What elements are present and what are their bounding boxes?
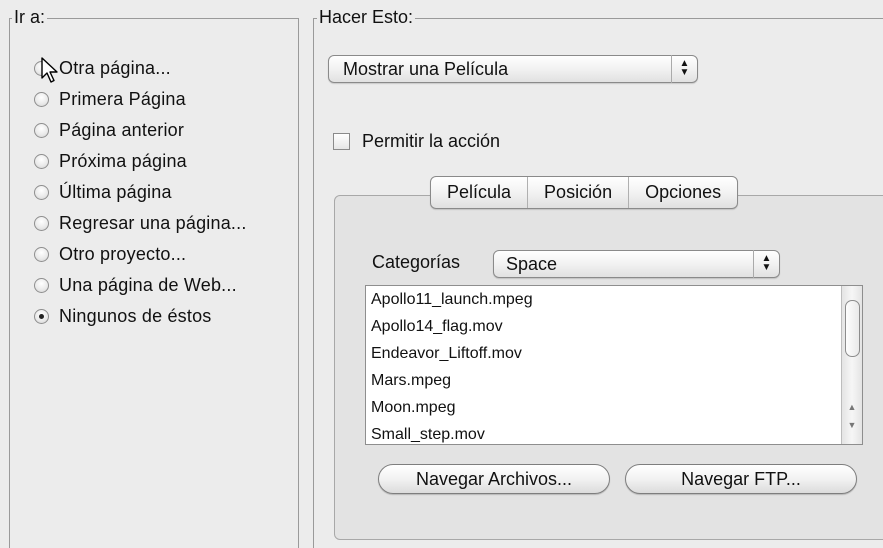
radio-option-other-project[interactable]: Otro proyecto...: [34, 239, 247, 270]
radio-label: Última página: [59, 182, 172, 202]
radio-label: Próxima página: [59, 151, 187, 171]
radio-button[interactable]: [34, 278, 49, 293]
popup-arrows-icon: ▲ ▼: [671, 55, 697, 83]
radio-option-other-page[interactable]: Otra página...: [34, 53, 247, 84]
mouse-pointer-icon: [41, 57, 58, 83]
radio-label: Otro proyecto...: [59, 244, 187, 264]
go-to-options: Otra página... Primera Página Página ant…: [34, 53, 247, 332]
popup-arrows-icon: ▲ ▼: [753, 250, 779, 278]
list-item[interactable]: Small_step.mov: [366, 421, 862, 444]
radio-button[interactable]: [34, 247, 49, 262]
radio-button[interactable]: [34, 123, 49, 138]
radio-option-first-page[interactable]: Primera Página: [34, 84, 247, 115]
allow-action-checkbox[interactable]: [333, 133, 350, 150]
tab-bar: Película Posición Opciones: [430, 176, 739, 209]
browse-files-button[interactable]: Navegar Archivos...: [378, 464, 610, 494]
radio-label: Otra página...: [59, 58, 171, 78]
tab-options[interactable]: Opciones: [628, 177, 737, 208]
radio-button[interactable]: [34, 216, 49, 231]
radio-label: Página anterior: [59, 120, 185, 140]
vertical-scrollbar[interactable]: ▲ ▼: [841, 286, 862, 444]
movie-file-list[interactable]: Apollo11_launch.mpeg Apollo14_flag.mov E…: [365, 285, 863, 445]
list-item[interactable]: Apollo14_flag.mov: [366, 313, 862, 340]
list-item[interactable]: Moon.mpeg: [366, 394, 862, 421]
list-item[interactable]: Apollo11_launch.mpeg: [366, 286, 862, 313]
go-to-group-title: Ir a:: [12, 6, 48, 28]
categories-popup[interactable]: Space ▲ ▼: [493, 250, 780, 278]
radio-button[interactable]: [34, 185, 49, 200]
categories-label: Categorías: [372, 252, 461, 272]
scroll-down-arrow-icon[interactable]: ▼: [842, 420, 862, 430]
radio-button[interactable]: [34, 154, 49, 169]
browse-ftp-button[interactable]: Navegar FTP...: [625, 464, 857, 494]
scroll-up-arrow-icon[interactable]: ▲: [842, 402, 862, 412]
list-item[interactable]: Mars.mpeg: [366, 367, 862, 394]
radio-label: Regresar una página...: [59, 213, 247, 233]
scrollbar-thumb[interactable]: [845, 300, 860, 357]
list-item[interactable]: Endeavor_Liftoff.mov: [366, 340, 862, 367]
categories-popup-value: Space: [506, 254, 558, 274]
radio-label: Ningunos de éstos: [59, 306, 212, 326]
tab-movie[interactable]: Película: [431, 177, 527, 208]
radio-label: Una página de Web...: [59, 275, 237, 295]
do-this-group-title: Hacer Esto:: [317, 6, 416, 28]
radio-label: Primera Página: [59, 89, 186, 109]
radio-option-none[interactable]: Ningunos de éstos: [34, 301, 247, 332]
radio-option-last-page[interactable]: Última página: [34, 177, 247, 208]
radio-option-next-page[interactable]: Próxima página: [34, 146, 247, 177]
action-popup-value: Mostrar una Película: [343, 59, 509, 79]
tab-position[interactable]: Posición: [527, 177, 628, 208]
allow-action-label: Permitir la acción: [362, 131, 501, 151]
radio-option-go-back[interactable]: Regresar una página...: [34, 208, 247, 239]
radio-option-web-page[interactable]: Una página de Web...: [34, 270, 247, 301]
action-popup[interactable]: Mostrar una Película ▲ ▼: [328, 55, 698, 83]
radio-button-selected[interactable]: [34, 309, 49, 324]
radio-button[interactable]: [34, 92, 49, 107]
radio-option-previous-page[interactable]: Página anterior: [34, 115, 247, 146]
